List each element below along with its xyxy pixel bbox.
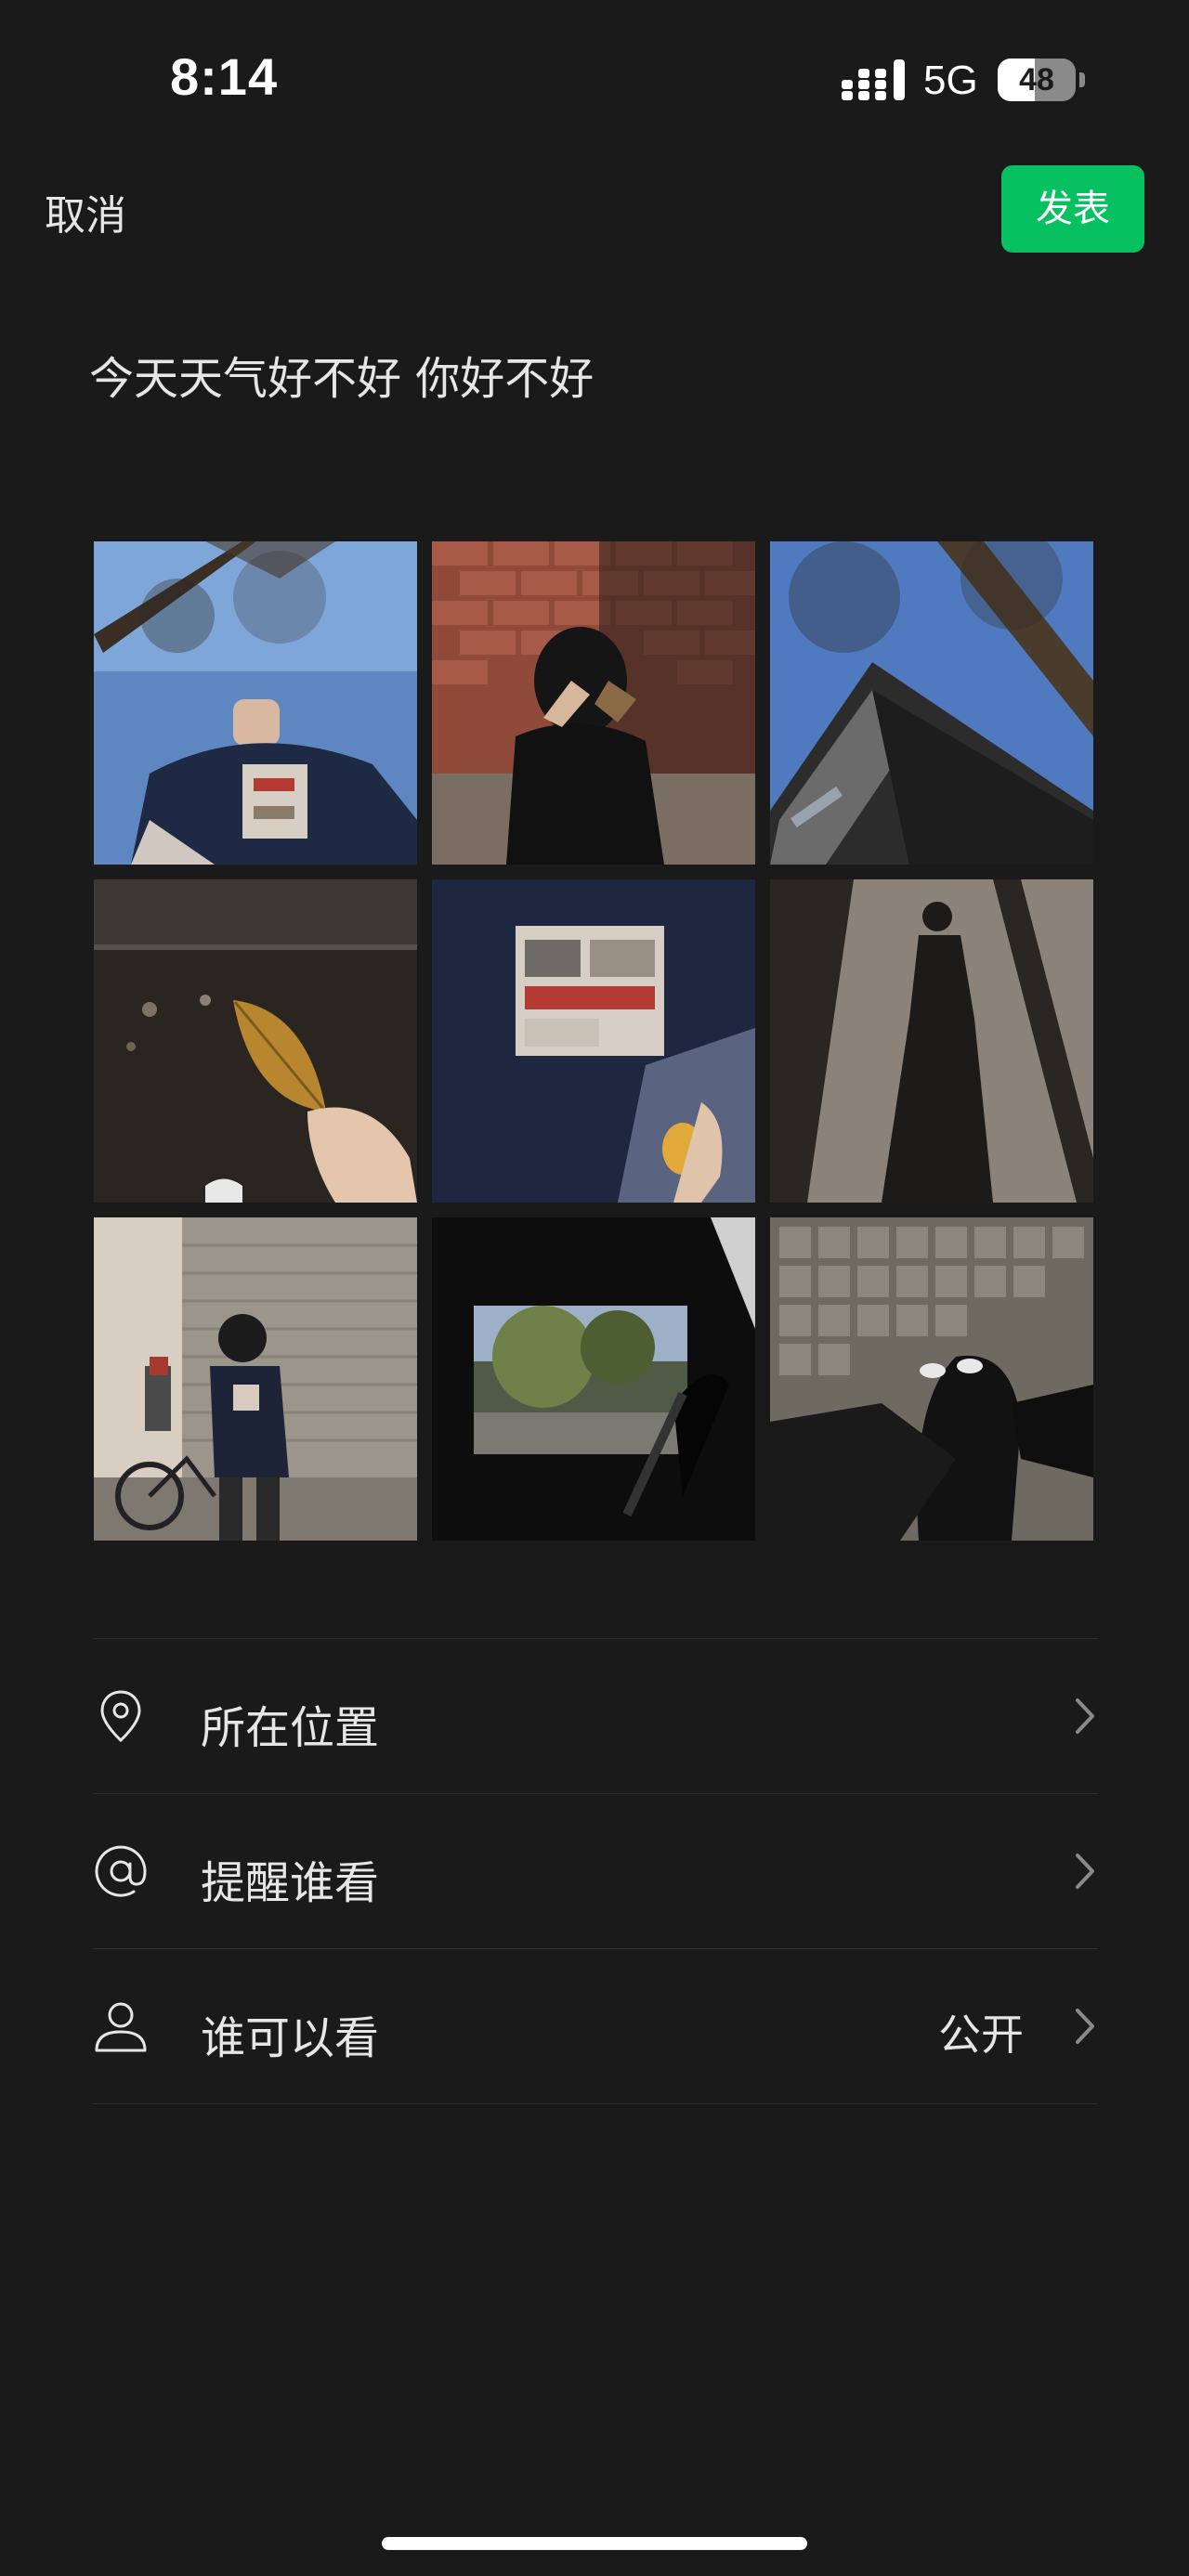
mention-label: 提醒谁看 — [201, 1857, 380, 1909]
photo-shadow-icon — [770, 879, 1093, 1203]
photo-car-window-icon — [432, 1217, 755, 1541]
cancel-button[interactable]: 取消 — [45, 182, 126, 241]
photo-low-angle-tree-icon — [94, 541, 417, 865]
home-indicator[interactable] — [382, 2537, 807, 2550]
photo-thumb-3[interactable] — [770, 541, 1093, 865]
photo-tshirt-closeup-icon — [432, 879, 755, 1203]
visibility-value: 公开 — [938, 2010, 1024, 2060]
photo-tiled-floor-feet-icon — [770, 1217, 1093, 1541]
person-icon — [95, 2002, 147, 2052]
photo-thumb-4[interactable] — [94, 879, 417, 1203]
battery-icon: 48 — [998, 59, 1085, 101]
photo-thumb-6[interactable] — [770, 879, 1093, 1203]
publish-button[interactable]: 发表 — [1001, 165, 1144, 253]
status-bar: 8:14 5G 48 — [0, 0, 1189, 149]
chevron-right-icon — [1076, 1698, 1094, 1734]
divider — [93, 2103, 1098, 2104]
photo-thumb-7[interactable] — [94, 1217, 417, 1541]
chevron-right-icon — [1076, 2009, 1094, 2044]
status-time: 8:14 — [170, 47, 279, 106]
photo-thumb-2[interactable] — [432, 541, 755, 865]
photo-thumb-5[interactable] — [432, 879, 755, 1203]
signal-strength-icon — [842, 59, 905, 100]
network-type: 5G — [923, 58, 978, 103]
photo-thumb-8[interactable] — [432, 1217, 755, 1541]
visibility-row[interactable]: 谁可以看 公开 — [93, 1949, 1098, 2103]
visibility-label: 谁可以看 — [201, 2012, 380, 2064]
photo-thumb-1[interactable] — [94, 541, 417, 865]
photo-brick-wall-leaf-icon — [432, 541, 755, 865]
location-row[interactable]: 所在位置 — [93, 1639, 1098, 1793]
post-options-list: 所在位置 提醒谁看 谁可以看 公开 — [93, 1638, 1098, 2104]
chevron-right-icon — [1076, 1854, 1094, 1889]
location-pin-icon — [100, 1690, 141, 1743]
battery-level: 48 — [1019, 62, 1054, 98]
at-sign-icon — [95, 1845, 147, 1897]
photo-thumb-9[interactable] — [770, 1217, 1093, 1541]
post-text-input[interactable]: 今天天气好不好 你好不好 — [89, 342, 594, 407]
location-label: 所在位置 — [201, 1702, 380, 1754]
mention-row[interactable]: 提醒谁看 — [93, 1794, 1098, 1948]
photo-grid — [94, 541, 1093, 1541]
photo-roof-sky-icon — [770, 541, 1093, 865]
photo-leaf-hand-icon — [94, 879, 417, 1203]
photo-street-bicycle-icon — [94, 1217, 417, 1541]
